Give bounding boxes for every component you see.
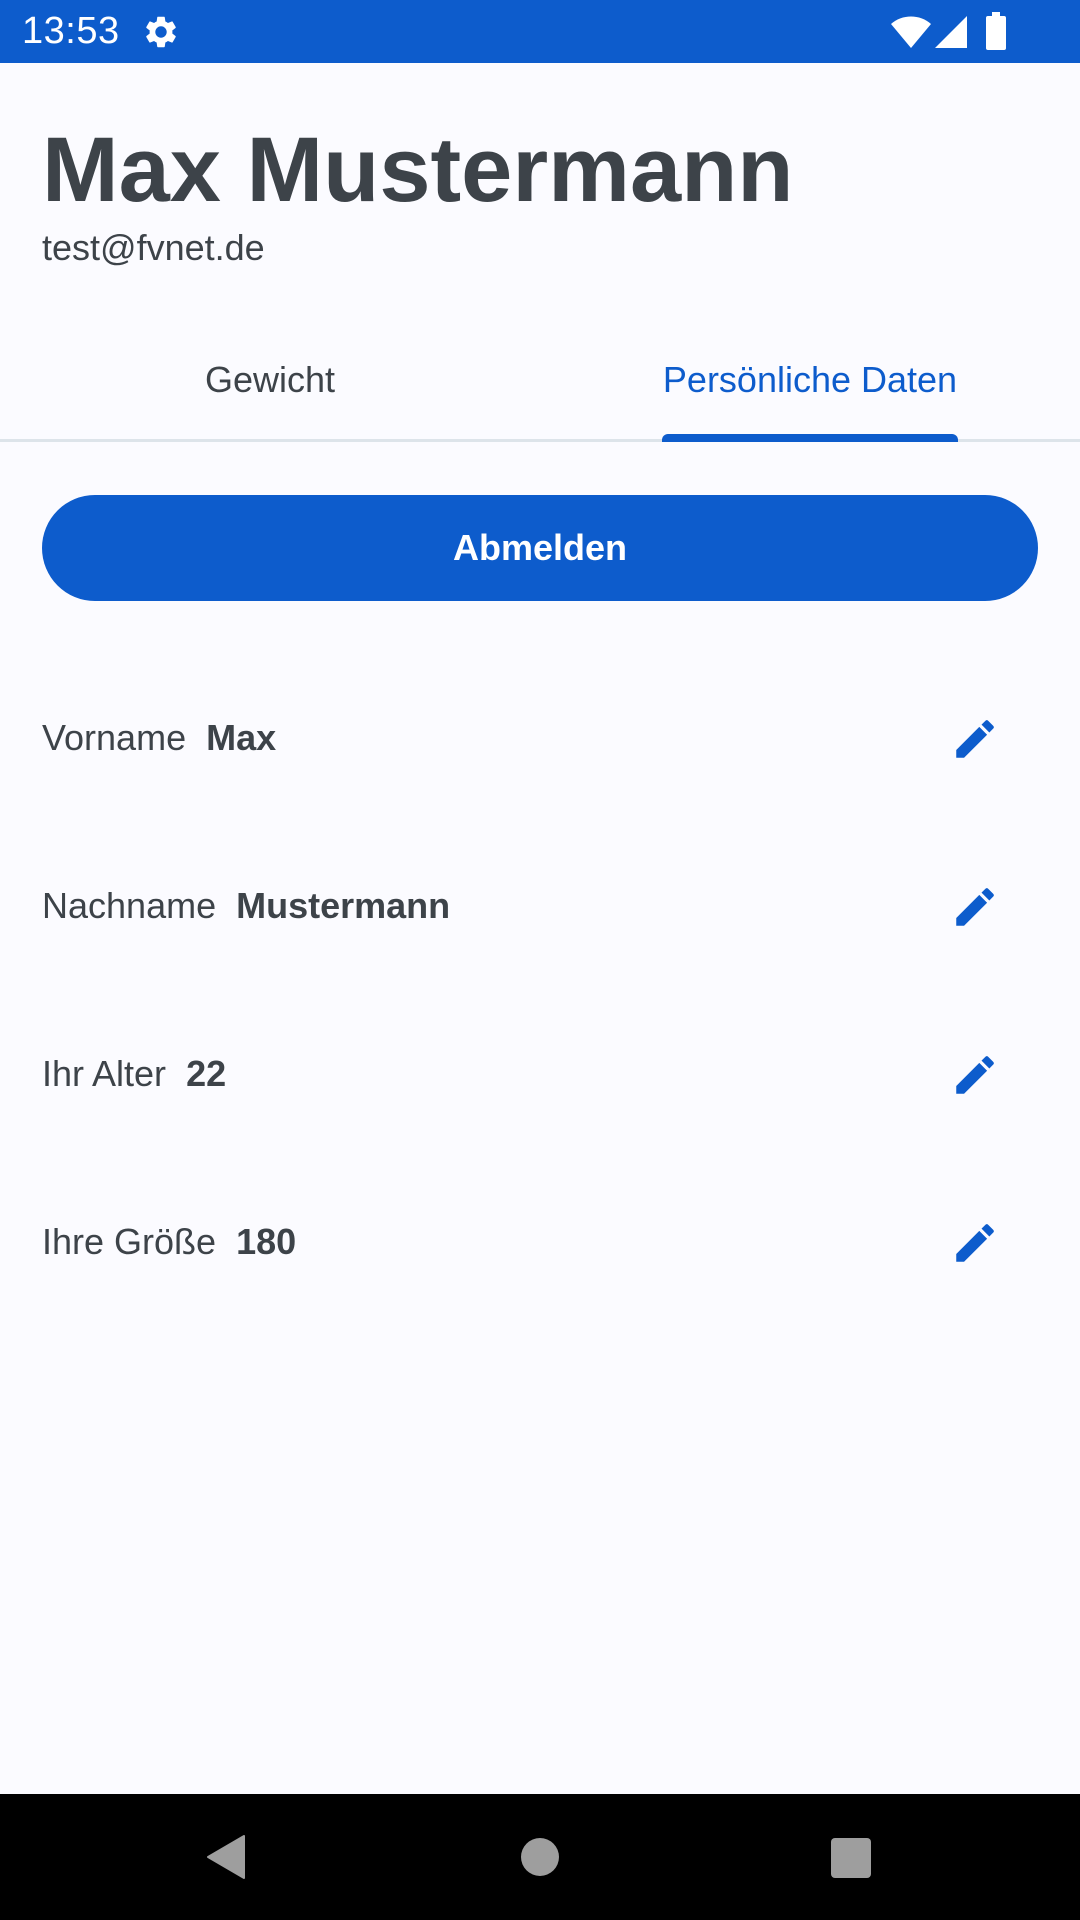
status-bar: 13:53	[0, 0, 1080, 63]
tab-personal-data[interactable]: Persönliche Daten	[540, 350, 1080, 410]
active-tab-indicator	[662, 434, 958, 442]
profile-email: test@fvnet.de	[42, 227, 265, 268]
field-label: Nachname	[42, 885, 217, 926]
logout-button[interactable]: Abmelden	[42, 495, 1038, 601]
field-row-firstname: Vorname Max	[0, 688, 1080, 788]
back-icon[interactable]	[206, 1834, 246, 1880]
home-icon[interactable]	[521, 1838, 559, 1876]
wifi-icon	[891, 16, 931, 48]
signal-icon	[935, 16, 967, 48]
field-value: Mustermann	[236, 885, 451, 926]
navigation-bar	[0, 1794, 1080, 1920]
pencil-icon[interactable]	[950, 882, 1000, 932]
field-row-height: Ihre Größe 180	[0, 1192, 1080, 1292]
field-row-age: Ihr Alter 22	[0, 1024, 1080, 1124]
pencil-icon[interactable]	[950, 1218, 1000, 1268]
tab-weight[interactable]: Gewicht	[0, 350, 540, 410]
recents-icon[interactable]	[831, 1838, 871, 1878]
pencil-icon[interactable]	[950, 1050, 1000, 1100]
gear-icon	[146, 16, 176, 48]
field-value: 22	[186, 1053, 227, 1094]
pencil-icon[interactable]	[950, 714, 1000, 764]
profile-name: Max Mustermann	[42, 119, 794, 221]
field-label: Ihr Alter	[42, 1053, 167, 1094]
field-value: 180	[236, 1221, 297, 1262]
field-label: Vorname	[42, 717, 187, 758]
battery-icon	[986, 12, 1006, 50]
status-time: 13:53	[22, 10, 120, 52]
field-label: Ihre Größe	[42, 1221, 217, 1262]
field-row-lastname: Nachname Mustermann	[0, 856, 1080, 956]
field-value: Max	[206, 717, 277, 758]
